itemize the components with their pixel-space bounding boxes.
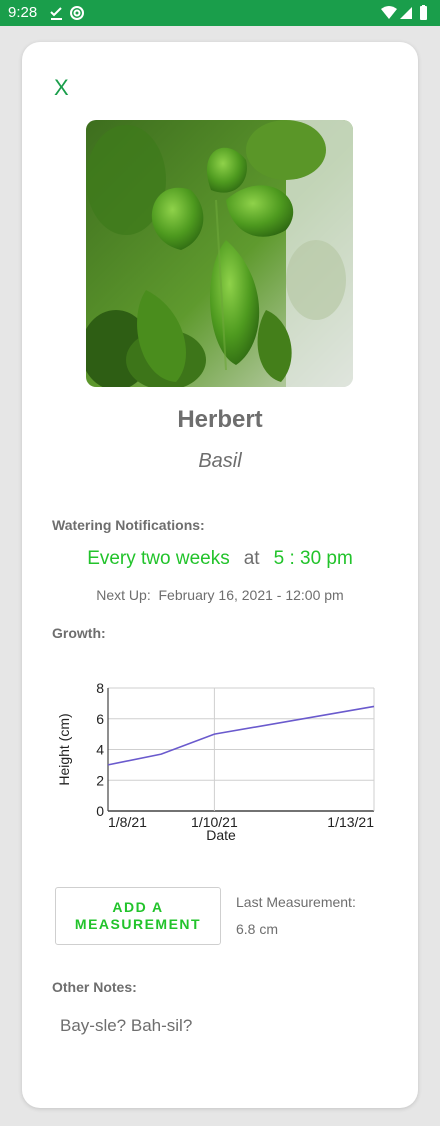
check-download-icon xyxy=(50,7,62,20)
y-tick-label: 2 xyxy=(96,772,104,788)
wifi-icon xyxy=(381,6,397,19)
status-left-icons xyxy=(50,5,86,26)
x-axis-label: Date xyxy=(206,827,236,843)
battery-icon xyxy=(420,6,427,20)
next-up-label: Next Up: xyxy=(96,587,151,603)
growth-label: Growth: xyxy=(52,625,106,641)
y-axis-label: Height (cm) xyxy=(56,713,72,785)
y-tick-label: 4 xyxy=(96,742,104,758)
other-notes-label: Other Notes: xyxy=(52,979,137,995)
signal-icon xyxy=(400,7,412,19)
watering-at-label: at xyxy=(243,548,260,569)
y-tick-label: 6 xyxy=(96,711,104,727)
watering-time[interactable]: 5 : 30 pm xyxy=(274,548,353,569)
growth-chart-svg: 024681/8/21 1/10/21 1/13/21DateHeight (cm) xyxy=(56,680,375,843)
series-line xyxy=(107,705,375,766)
growth-chart: 0 2 4 6 8 1/8/21 1/10/21 1/13/21 Date Height (cm) xyxy=(52,678,382,853)
watering-frequency[interactable]: Every two weeks xyxy=(87,548,230,569)
next-up-value: February 16, 2021 - 12:00 pm xyxy=(158,587,344,603)
watering-notifications-label: Watering Notifications: xyxy=(52,517,205,533)
x-tick-label: 1/13/21 xyxy=(327,814,374,830)
plant-name: Herbert xyxy=(177,406,263,433)
plant-species: Basil xyxy=(198,450,242,472)
last-measurement-value: 6.8 cm xyxy=(236,921,279,937)
y-tick-label: 8 xyxy=(96,680,104,696)
plant-detail-card: X Herbert Basil Watering Notifications: … xyxy=(22,42,418,1108)
add-measurement-button[interactable]: ADD A MEASUREMENT xyxy=(55,887,221,945)
status-time: 9:28 xyxy=(8,4,38,21)
at-sign-icon xyxy=(70,6,84,20)
next-up-row: Next Up: February 16, 2021 - 12:00 pm xyxy=(22,587,418,603)
watering-row: Every two weeks at 5 : 30 pm xyxy=(22,548,418,570)
close-button[interactable]: X xyxy=(54,74,78,102)
plant-photo xyxy=(86,120,353,387)
y-tick-label: 0 xyxy=(96,803,104,819)
x-tick-label: 1/8/21 xyxy=(108,814,147,830)
other-notes-text[interactable]: Bay-sle? Bah-sil? xyxy=(60,1016,192,1036)
status-bar: 9:28 xyxy=(0,0,440,26)
last-measurement-label: Last Measurement: xyxy=(236,894,356,910)
status-right-icons xyxy=(380,5,432,26)
